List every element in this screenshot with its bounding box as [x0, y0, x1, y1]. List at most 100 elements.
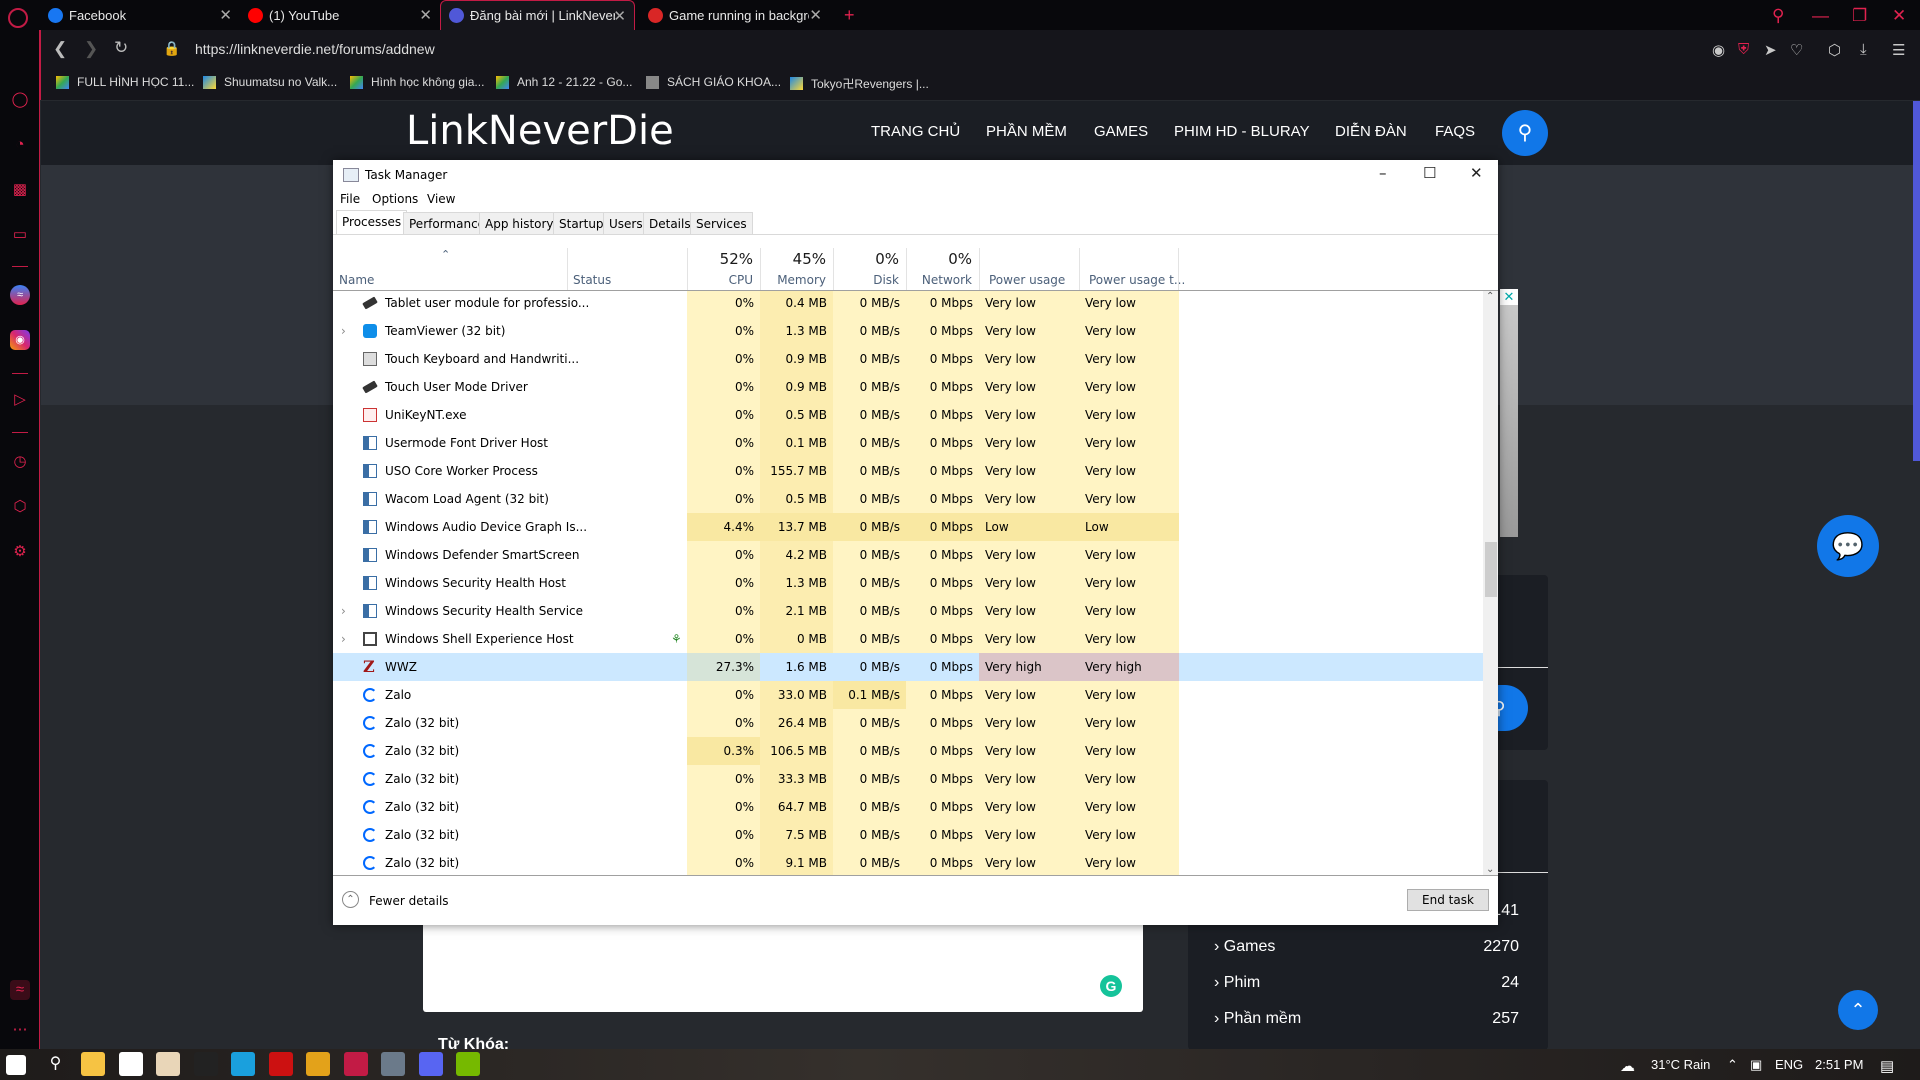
- col-status[interactable]: Status: [573, 273, 611, 287]
- fewer-details-link[interactable]: Fewer details: [369, 894, 449, 908]
- scroll-top-button[interactable]: ⌃: [1838, 990, 1878, 1030]
- back-button[interactable]: ❮: [53, 39, 67, 59]
- bookmark-item[interactable]: Shuumatsu no Valk...: [203, 75, 337, 89]
- nav-games[interactable]: GAMES: [1094, 123, 1148, 140]
- speedometer-icon[interactable]: ◔: [10, 135, 30, 155]
- clock[interactable]: 2:51 PM: [1815, 1057, 1863, 1072]
- col-memory[interactable]: Memory: [760, 273, 826, 287]
- process-row[interactable]: Zalo (32 bit) 0% 26.4 MB 0 MB/s 0 Mbps Very l…: [333, 709, 1483, 737]
- anime-app-icon[interactable]: [156, 1052, 180, 1076]
- col-network[interactable]: Network: [906, 273, 972, 287]
- new-tab-button[interactable]: +: [836, 0, 855, 30]
- process-row[interactable]: Windows Defender SmartScreen 0% 4.2 MB 0 MB…: [333, 541, 1483, 569]
- process-row[interactable]: Windows Security Health Host 0% 1.3 MB 0 MB…: [333, 569, 1483, 597]
- send-icon[interactable]: ➤: [1764, 41, 1777, 59]
- opera-gx-icon[interactable]: [343, 1052, 368, 1076]
- process-row[interactable]: Zalo (32 bit) 0% 7.5 MB 0 MB/s 0 Mbps Very lo…: [333, 821, 1483, 849]
- store-icon[interactable]: [118, 1052, 143, 1076]
- url-bar[interactable]: https://linkneverdie.net/forums/addnew: [195, 41, 435, 57]
- task-manager-icon[interactable]: [381, 1052, 405, 1076]
- chrome-icon[interactable]: [306, 1052, 330, 1076]
- browser-tab[interactable]: Đăng bài mới | LinkNeverD ✕: [440, 0, 635, 30]
- browser-tab[interactable]: Facebook ✕: [40, 0, 240, 30]
- bookmark-item[interactable]: SÁCH GIÁO KHOA...: [646, 75, 781, 89]
- notifications-icon[interactable]: ▤: [1880, 1057, 1894, 1075]
- process-row[interactable]: › Windows Shell Experience Host ⚘ 0% 0 MB 0 M…: [333, 625, 1483, 653]
- process-row[interactable]: › Windows Security Health Service 0% 2.1 MB…: [333, 597, 1483, 625]
- tab-performance[interactable]: Performance: [403, 212, 492, 234]
- site-logo[interactable]: LinkNeverDie: [406, 108, 674, 154]
- forward-button[interactable]: ❯: [84, 39, 98, 59]
- tab-startup[interactable]: Startup: [553, 212, 610, 234]
- nvidia-icon[interactable]: [456, 1052, 480, 1076]
- download-icon[interactable]: ⤓: [1860, 41, 1867, 58]
- expand-chevron-icon[interactable]: ›: [341, 317, 346, 345]
- process-row[interactable]: UniKeyNT.exe 0% 0.5 MB 0 MB/s 0 Mbps Very low…: [333, 401, 1483, 429]
- bookmark-item[interactable]: Hình học không gia...: [350, 75, 484, 89]
- more-icon[interactable]: ⋯: [10, 1020, 30, 1040]
- nav-trang-chu[interactable]: TRANG CHỦ: [871, 123, 960, 140]
- player-icon[interactable]: ▷: [10, 390, 30, 410]
- close-tab-icon[interactable]: ✕: [809, 6, 822, 24]
- heart-icon[interactable]: ♡: [1790, 41, 1803, 59]
- process-row[interactable]: Wacom Load Agent (32 bit) 0% 0.5 MB 0 MB/s 0…: [333, 485, 1483, 513]
- chevron-up-icon[interactable]: ⌃: [342, 891, 359, 908]
- ad-close-icon[interactable]: ✕: [1500, 289, 1518, 305]
- unikey-tray-icon[interactable]: ▣: [1750, 1057, 1762, 1073]
- reload-button[interactable]: ↻: [114, 38, 128, 58]
- tab-processes[interactable]: Processes: [336, 210, 408, 234]
- close-window-button[interactable]: ✕: [1892, 6, 1906, 26]
- category-row-phim[interactable]: › Phim 24: [1214, 974, 1519, 992]
- category-row-games[interactable]: › Games 2270: [1214, 938, 1519, 956]
- scrollbar-thumb[interactable]: [1485, 542, 1497, 597]
- col-power-trend[interactable]: Power usage t...: [1089, 273, 1185, 287]
- tab-details[interactable]: Details: [643, 212, 697, 234]
- menu-file[interactable]: File: [340, 192, 360, 206]
- chat-button[interactable]: 💬: [1817, 515, 1879, 577]
- sort-ascending-icon[interactable]: ⌃: [441, 248, 450, 261]
- expand-chevron-icon[interactable]: ›: [341, 597, 346, 625]
- start-icon[interactable]: [6, 1055, 26, 1075]
- tab-services[interactable]: Services: [690, 212, 753, 234]
- weather-icon[interactable]: ☁: [1620, 1057, 1635, 1075]
- network-limiter-icon[interactable]: ≈: [10, 980, 30, 1000]
- tm-close-button[interactable]: ✕: [1470, 164, 1483, 182]
- discord-icon[interactable]: [418, 1052, 443, 1076]
- expand-chevron-icon[interactable]: ›: [341, 625, 346, 653]
- weather-text[interactable]: 31°C Rain: [1651, 1057, 1710, 1072]
- tm-minimize-button[interactable]: –: [1379, 164, 1387, 182]
- scroll-up-icon[interactable]: ⌃: [1486, 291, 1494, 302]
- bookmark-item[interactable]: Tokyo卍Revengers |...: [790, 75, 929, 92]
- cleaner-icon[interactable]: ▩: [10, 180, 30, 200]
- menu-view[interactable]: View: [427, 192, 455, 206]
- settings-gear-icon[interactable]: ⚙: [10, 542, 30, 562]
- close-tab-icon[interactable]: ✕: [613, 7, 626, 25]
- process-row[interactable]: Touch Keyboard and Handwriti... 0% 0.9 MB 0…: [333, 345, 1483, 373]
- messenger-icon[interactable]: ≈: [10, 285, 30, 305]
- site-search-button[interactable]: ⚲: [1502, 110, 1548, 156]
- menu-options[interactable]: Options: [372, 192, 418, 206]
- process-row[interactable]: Zalo (32 bit) 0% 33.3 MB 0 MB/s 0 Mbps Very l…: [333, 765, 1483, 793]
- category-row-phan-mem[interactable]: › Phần mềm 257: [1214, 1010, 1519, 1028]
- col-name[interactable]: Name: [339, 273, 374, 287]
- nav-phim-hd[interactable]: PHIM HD - BLURAY: [1174, 123, 1310, 140]
- adblock-shield-icon[interactable]: ⛨: [1738, 41, 1749, 58]
- history-icon[interactable]: ◷: [10, 452, 30, 472]
- close-tab-icon[interactable]: ✕: [219, 6, 232, 24]
- gamepad-icon[interactable]: ◯: [10, 90, 30, 110]
- search-icon[interactable]: ⚲: [44, 1052, 68, 1076]
- process-row[interactable]: Zalo (32 bit) 0.3% 106.5 MB 0 MB/s 0 Mbps Ver…: [333, 737, 1483, 765]
- scroll-down-icon[interactable]: ⌄: [1486, 864, 1494, 875]
- page-scrollbar[interactable]: [1913, 101, 1920, 461]
- process-row[interactable]: Zalo (32 bit) 0% 9.1 MB 0 MB/s 0 Mbps Very lo…: [333, 849, 1483, 875]
- twitch-icon[interactable]: ▭: [10, 225, 30, 245]
- col-disk[interactable]: Disk: [833, 273, 899, 287]
- end-task-button[interactable]: End task: [1407, 889, 1489, 911]
- tray-chevron-icon[interactable]: ⌃: [1727, 1057, 1738, 1073]
- process-row[interactable]: › TeamViewer (32 bit) 0% 1.3 MB 0 MB/s 0 Mbps…: [333, 317, 1483, 345]
- bookmark-item[interactable]: Anh 12 - 21.22 - Go...: [496, 75, 632, 89]
- browser-tab[interactable]: (1) YouTube ✕: [240, 0, 440, 30]
- opera-logo-icon[interactable]: [8, 8, 28, 28]
- process-row[interactable]: Tablet user module for professio... 0% 0.4…: [333, 291, 1483, 317]
- tm-maximize-button[interactable]: ☐: [1423, 164, 1436, 182]
